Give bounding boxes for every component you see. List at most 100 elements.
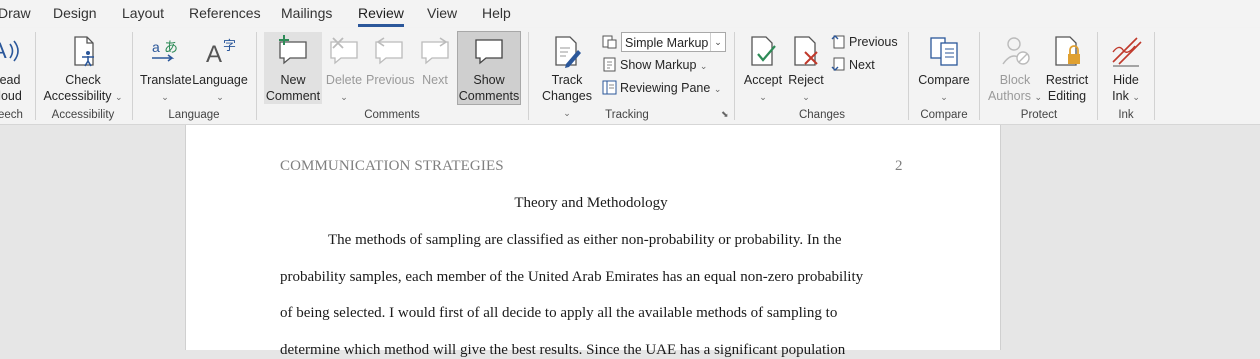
svg-text:あ: あ [164,40,178,56]
restrict-editing-icon [1055,36,1080,66]
group-label-compare: Compare [920,109,968,121]
chevron-down-icon: ⌄ [713,84,722,94]
group-separator [35,32,36,120]
read-aloud-label-1: ead [0,73,21,87]
show-comments-label-1: Show [473,73,505,87]
tab-draw[interactable]: Draw [0,5,31,21]
track-changes-button[interactable]: Track Changes ⌄ [537,32,597,118]
restrict-editing-label-2: Editing [1047,89,1087,103]
translate-icon: aあ [152,39,178,62]
reviewing-pane-label: Reviewing Pane [620,81,711,95]
read-aloud-label-2: loud [0,89,22,103]
reviewing-pane-icon [602,80,617,95]
accept-icon [751,36,776,66]
chevron-down-icon: ⌄ [710,33,725,51]
group-separator [132,32,133,120]
hide-ink-label-2: Ink [1112,89,1129,103]
next-change-icon [831,57,845,71]
delete-comment-label: Delete [325,73,363,87]
check-accessibility-label-2: Accessibility [43,89,112,103]
accept-label: Accept [743,73,783,87]
block-authors-label-1: Block [999,73,1031,87]
tab-help[interactable]: Help [482,5,511,21]
group-separator [979,32,980,120]
markup-display-icon [602,33,620,51]
page-number: 2 [895,158,903,174]
markup-select[interactable]: Simple Markup ⌄ [621,32,726,52]
language-icon: A字 [206,39,236,68]
show-comments-button[interactable]: Show Comments [457,31,521,105]
track-changes-label-1: Track [551,73,583,87]
chevron-down-icon: ⌄ [940,92,948,102]
next-change-button[interactable]: Next [831,56,875,74]
tab-references[interactable]: References [189,5,261,21]
group-separator [1154,32,1155,120]
dialog-launcher-icon[interactable]: ⬊ [721,110,730,119]
svg-text:A: A [206,41,222,68]
tab-view[interactable]: View [427,5,457,21]
chevron-down-icon: ⌄ [1132,92,1140,102]
paragraph-line: of being selected. I would first of all … [280,305,838,321]
section-title: Theory and Methodology [514,195,668,211]
group-label-ink: Ink [1118,109,1134,121]
group-label-language: Language [168,109,220,121]
show-markup-button[interactable]: Show Markup ⌄ [602,56,707,74]
tab-review[interactable]: Review [358,5,404,27]
svg-text:字: 字 [223,39,236,54]
tab-mailings[interactable]: Mailings [281,5,332,21]
tab-design[interactable]: Design [53,5,97,21]
compare-button[interactable]: Compare ⌄ [916,32,972,104]
accept-button[interactable]: Accept ⌄ [742,32,784,104]
group-label-speech: eech [0,109,23,121]
compare-icon [930,37,958,66]
chevron-down-icon: ⌄ [759,92,767,102]
group-separator [528,32,529,120]
next-change-label: Next [849,58,875,72]
next-comment-icon [421,37,449,65]
reviewing-pane-button[interactable]: Reviewing Pane ⌄ [602,79,721,97]
chevron-down-icon: ⌄ [699,61,708,71]
ribbon-tab-bar: Draw Design Layout References Mailings R… [0,0,1260,28]
reject-icon [794,36,818,66]
language-label: Language [192,73,248,87]
language-button[interactable]: A字 Language ⌄ [192,32,248,104]
track-changes-label-2: Changes [541,89,593,103]
new-comment-button[interactable]: New Comment [264,32,322,104]
restrict-editing-label-1: Restrict [1045,73,1089,87]
group-separator [908,32,909,120]
next-comment-label: Next [422,73,448,87]
tab-layout[interactable]: Layout [122,5,164,21]
show-markup-icon [603,57,616,72]
group-label-accessibility: Accessibility [51,109,115,121]
previous-comment-button[interactable]: Previous [366,32,415,104]
group-label-comments: Comments [364,109,420,121]
read-aloud-button[interactable]: A ead loud [0,32,26,104]
hide-ink-button[interactable]: Hide Ink ⌄ [1104,32,1148,104]
previous-change-button[interactable]: Previous [831,33,898,51]
reject-button[interactable]: Reject ⌄ [786,32,826,104]
hide-ink-label-1: Hide [1113,73,1139,87]
next-comment-button[interactable]: Next [416,32,454,104]
chevron-down-icon: ⌄ [216,92,224,102]
group-label-protect: Protect [1020,109,1058,121]
restrict-editing-button[interactable]: Restrict Editing [1043,32,1091,104]
chevron-down-icon: ⌄ [340,92,348,102]
delete-comment-button[interactable]: Delete ⌄ [324,32,364,104]
running-head: COMMUNICATION STRATEGIES [280,158,504,174]
group-separator [1097,32,1098,120]
group-separator [734,32,735,120]
block-authors-button[interactable]: Block Authors ⌄ [987,32,1043,104]
new-comment-label-1: New [280,73,306,87]
previous-comment-icon [375,37,403,65]
translate-label: Translate [140,73,192,87]
track-changes-icon [555,36,581,68]
chevron-down-icon: ⌄ [161,92,169,102]
delete-comment-icon [330,37,358,65]
check-accessibility-button[interactable]: Check Accessibility ⌄ [42,32,124,104]
hide-ink-icon [1112,37,1142,67]
translate-button[interactable]: aあ Translate ⌄ [140,32,192,104]
group-separator [256,32,257,120]
paragraph-line: probability samples, each member of the … [280,269,864,285]
group-label-changes: Changes [798,109,846,121]
show-comments-icon [475,39,503,65]
